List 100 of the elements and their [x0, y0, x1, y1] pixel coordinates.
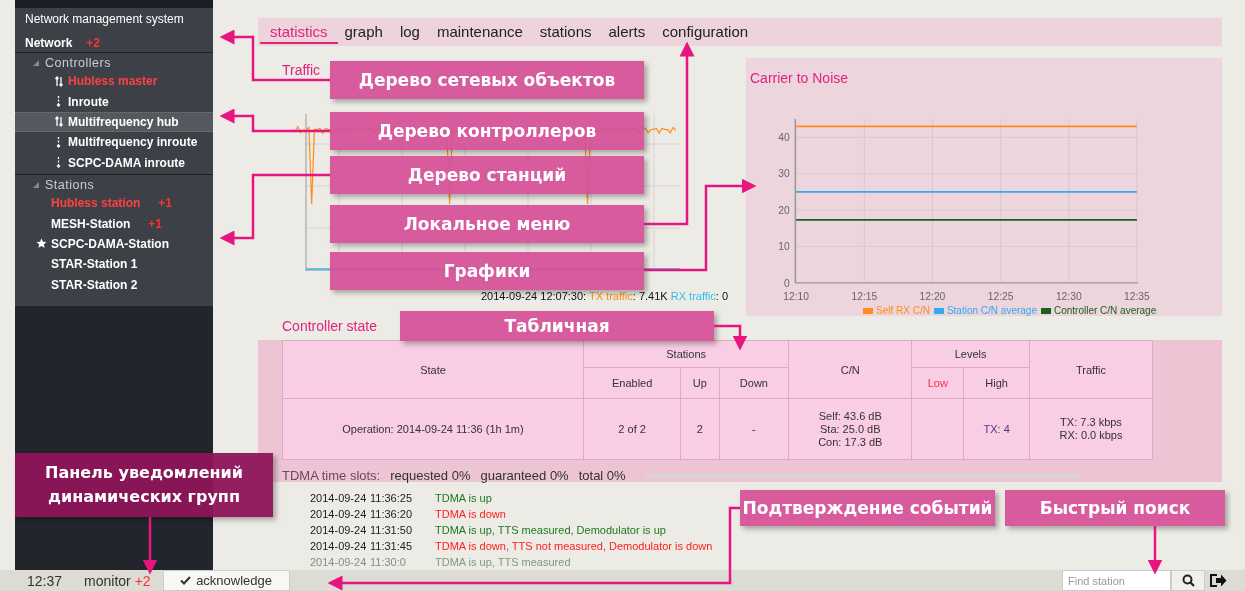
tree-item-label: STAR-Station 2 [51, 277, 138, 292]
axis-tick-label: 12:30 [1055, 290, 1082, 302]
search-button[interactable] [1171, 570, 1205, 591]
annotation-label: Табличная [400, 311, 714, 341]
tree-item[interactable]: STAR-Station 1 [15, 254, 213, 275]
alert-count: +2 [86, 36, 101, 50]
table-cell: - [719, 398, 789, 460]
checkmark-icon [180, 576, 192, 585]
annotation-label: Быстрый поиск [1005, 490, 1225, 526]
up-down-arrows-icon [54, 75, 63, 87]
event-message: TDMA is up, TTS measured, Demodulator is up [435, 524, 666, 536]
legend-item: Station C/N average [933, 305, 1037, 317]
section-title: Controller state [281, 317, 377, 337]
tree-item-label: SCPC-DAMA inroute [68, 155, 185, 170]
tree-item-label: SCPC-DAMA-Station [51, 236, 169, 251]
tree-item[interactable]: SCPC-DAMA inroute [15, 152, 213, 173]
table-cell: Operation: 2014-09-24 11:36 (1h 1m) [282, 398, 584, 460]
table-cell: TX: 4 [963, 398, 1030, 460]
column-header: Levels [911, 340, 1030, 368]
annotation-label: Дерево контроллеров [330, 112, 644, 150]
event-date: 2014-09-24 [310, 556, 368, 568]
annotation-label: Локальное меню [330, 205, 644, 243]
star-icon [36, 238, 47, 250]
column-header: Up [680, 367, 719, 399]
annotation-label: Подтверждение событий [740, 490, 995, 526]
axis-tick-label: 40 [778, 131, 790, 143]
event-message: TDMA is down, TTS not measured, Demodulator is down [435, 540, 713, 552]
annotation-label: Дерево сетевых объектов [330, 61, 644, 99]
tree-group[interactable]: Controllers [45, 56, 111, 70]
event-time: 11:36:25 [370, 492, 413, 504]
up-down-arrows-icon [54, 116, 63, 128]
tree-item[interactable]: STAR-Station 2 [15, 274, 213, 295]
tree-item[interactable]: Multifrequency hub [15, 111, 213, 133]
tree-item[interactable]: SCPC-DAMA-Station [15, 233, 213, 255]
series-label: TX traffic [589, 290, 633, 303]
event-time: 11:31:50 [370, 524, 413, 536]
leader-arrow [142, 517, 158, 575]
axis-tick-label: 12:10 [783, 290, 810, 302]
tree-item-label: Hubless master [68, 74, 158, 89]
legend-item: Controller C/N average [1040, 305, 1157, 317]
expanded-triangle-icon[interactable] [33, 181, 39, 188]
column-header: Low [911, 367, 964, 399]
event-date: 2014-09-24 [310, 492, 368, 504]
table-cell: 2 [680, 398, 719, 460]
tree-item[interactable]: Inroute [15, 91, 213, 112]
column-header: Enabled [583, 367, 681, 399]
stat-text: requested 0% [390, 467, 471, 483]
leader-arrow [1147, 526, 1163, 575]
tree-item-label: STAR-Station 1 [51, 257, 138, 272]
series-label: RX traffic [670, 290, 716, 303]
event-time: 11:31:45 [370, 540, 413, 552]
down-arrow-icon [56, 136, 61, 148]
tree-item-label: Multifrequency inroute [68, 135, 198, 150]
axis-tick-label: 30 [778, 168, 790, 180]
stat-text: total 0% [578, 467, 626, 483]
event-message: TDMA is down [435, 508, 506, 520]
field-label: TDMA time slots: [282, 467, 381, 483]
alert-count: +1 [148, 216, 163, 231]
down-arrow-icon [56, 157, 61, 169]
axis-tick-label: 20 [778, 204, 790, 216]
tree-item-label: Multifrequency hub [68, 114, 179, 129]
logout-icon [1209, 573, 1227, 588]
expanded-triangle-icon[interactable] [33, 60, 39, 66]
axis-tick-label: 12:25 [987, 290, 1014, 302]
annotation-label: Панель уведомлений динамических групп [15, 453, 273, 517]
clock-time: 12:37 [27, 572, 63, 589]
event-date: 2014-09-24 [310, 508, 368, 520]
event-date: 2014-09-24 [310, 524, 368, 536]
event-message: TDMA is up [435, 492, 492, 504]
chart-title: Carrier to Noise [750, 69, 849, 89]
app-title: Network management system [24, 11, 185, 28]
tree-item-label: Inroute [68, 94, 109, 109]
event-time: 11:36:20 [370, 508, 413, 520]
event-date: 2014-09-24 [310, 540, 368, 552]
axis-tick-label: 12:35 [1124, 290, 1150, 302]
column-header: C/N [788, 340, 912, 399]
event-time: 11:30:0 [370, 556, 407, 568]
chart-title: Traffic [282, 61, 321, 81]
annotation-label: Графики [330, 252, 644, 290]
search-field[interactable]: Find station [1062, 570, 1171, 591]
down-arrow-icon [56, 96, 61, 108]
tree-item[interactable]: MESH-Station +1 [15, 213, 213, 234]
table-cell: TX: 7.3 kbps RX: 0.0 kbps [1029, 398, 1153, 460]
event-message: TDMA is up, TTS measured [435, 556, 571, 568]
monitor-link[interactable]: monitor +2 [84, 572, 151, 589]
tree-item[interactable]: Multifrequency inroute [15, 132, 213, 153]
tree-item[interactable]: Network [25, 36, 73, 50]
legend-item: Self RX C/N [863, 305, 930, 317]
annotation-label: Дерево станций [330, 156, 644, 194]
search-icon [1181, 574, 1195, 587]
timestamp: 2014-09-24 12:07:30: [480, 290, 587, 303]
axis-tick-label: 10 [778, 241, 790, 253]
tree-item-label: MESH-Station [51, 216, 131, 231]
acknowledge-button[interactable]: acknowledge [162, 570, 290, 591]
axis-tick-label: 12:20 [919, 290, 946, 302]
tree-group[interactable]: Stations [45, 177, 95, 192]
table-cell: 2 of 2 [583, 398, 681, 460]
tree-item-label: Hubless station [51, 196, 141, 211]
leader-arrow [714, 324, 748, 351]
column-header: Traffic [1029, 340, 1153, 399]
